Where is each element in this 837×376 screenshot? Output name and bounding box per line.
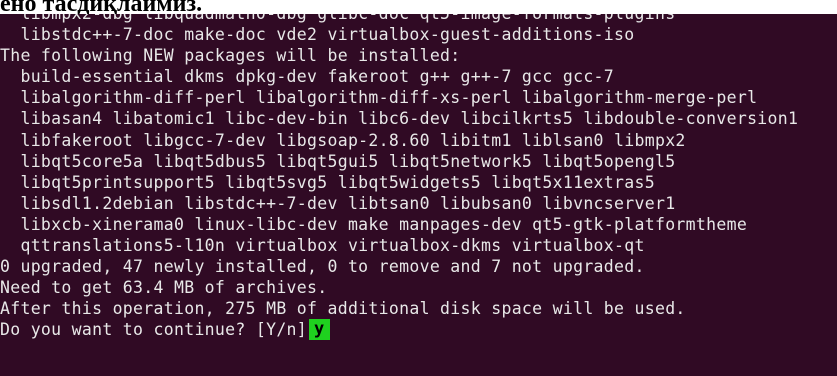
terminal-line: libasan4 libatomic1 libc-dev-bin libc6-d… [0,109,799,129]
terminal-line: libmpx2-dbg libquadmath0-dbg glibc-doc q… [0,14,837,24]
terminal-line: libalgorithm-diff-perl libalgorithm-diff… [0,88,758,108]
confirm-prompt: Do you want to continue? [Y/n] [0,320,308,340]
terminal-window[interactable]: libmpx2-dbg libquadmath0-dbg glibc-doc q… [0,14,837,376]
terminal-line: libxcb-xinerama0 linux-libc-dev make man… [0,214,748,234]
terminal-line: After this operation, 275 MB of addition… [0,299,686,319]
terminal-line: libsdl1.2debian libstdc++-7-dev libtsan0… [0,193,676,213]
terminal-line: Need to get 63.4 MB of archives. [0,278,328,298]
terminal-line: libqt5printsupport5 libqt5svg5 libqt5wid… [0,172,655,192]
terminal-line: qttranslations5-l10n virtualbox virtualb… [0,236,645,256]
terminal-line: libfakeroot libgcc-7-dev libgsoap-2.8.60… [0,130,686,150]
screenshot-page: ено тасдиқлаймиз. libmpx2-dbg libquadmat… [0,0,837,376]
terminal-line: libstdc++-7-doc make-doc vde2 virtualbox… [0,25,635,45]
terminal-line: 0 upgraded, 47 newly installed, 0 to rem… [0,257,645,277]
terminal-line: The following NEW packages will be insta… [0,46,461,66]
terminal-line: libqt5core5a libqt5dbus5 libqt5gui5 libq… [0,151,676,171]
terminal-input-cursor[interactable]: y [309,319,330,341]
confirm-prompt-row[interactable]: Do you want to continue? [Y/n] y [0,319,837,341]
terminal-line: build-essential dkms dpkg-dev fakeroot g… [0,67,615,87]
terminal-output: libmpx2-dbg libquadmath0-dbg glibc-doc q… [0,14,837,341]
